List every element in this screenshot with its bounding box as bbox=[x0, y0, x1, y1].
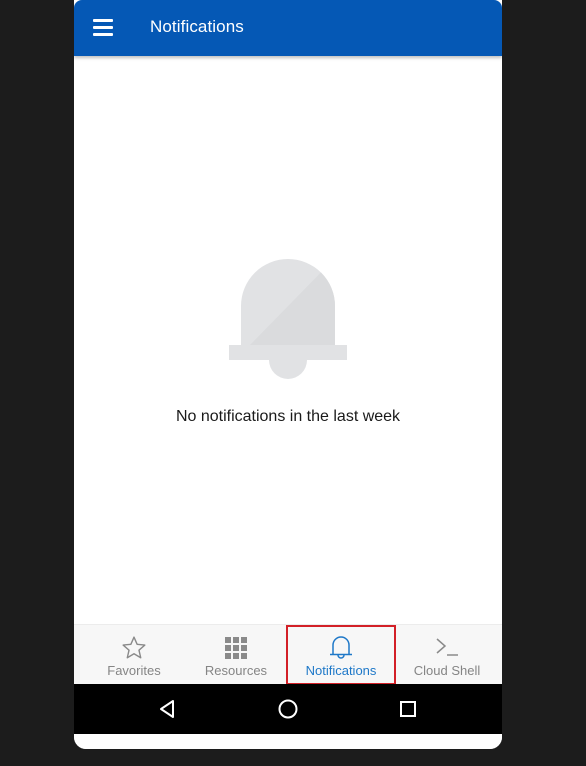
tab-label: Resources bbox=[204, 663, 268, 678]
tab-notifications[interactable]: Notifications bbox=[286, 625, 396, 685]
terminal-icon bbox=[436, 638, 458, 656]
android-navigation-bar bbox=[74, 684, 502, 734]
phone-screen: Notifications No notifications in the la… bbox=[74, 0, 502, 749]
tab-favorites[interactable]: Favorites bbox=[82, 625, 186, 685]
bottom-tab-bar: Favorites Resources Notifications Cloud … bbox=[74, 624, 502, 685]
tab-cloud-shell[interactable]: Cloud Shell bbox=[396, 625, 498, 685]
bell-placeholder-icon bbox=[229, 259, 347, 379]
tab-label: Cloud Shell bbox=[413, 663, 481, 678]
empty-state-message: No notifications in the last week bbox=[175, 408, 401, 425]
grid-icon bbox=[225, 637, 247, 659]
page-title: Notifications bbox=[150, 17, 244, 36]
star-icon bbox=[122, 636, 146, 659]
back-icon[interactable] bbox=[156, 697, 180, 721]
hamburger-menu-icon[interactable] bbox=[93, 19, 115, 37]
app-bar: Notifications bbox=[74, 0, 502, 56]
tab-resources[interactable]: Resources bbox=[185, 625, 287, 685]
home-icon[interactable] bbox=[276, 697, 300, 721]
bell-icon bbox=[330, 636, 352, 659]
tab-label: Favorites bbox=[107, 663, 161, 678]
tab-label: Notifications bbox=[305, 663, 377, 678]
screen-bottom-bezel bbox=[74, 734, 502, 749]
recents-icon[interactable] bbox=[396, 697, 420, 721]
